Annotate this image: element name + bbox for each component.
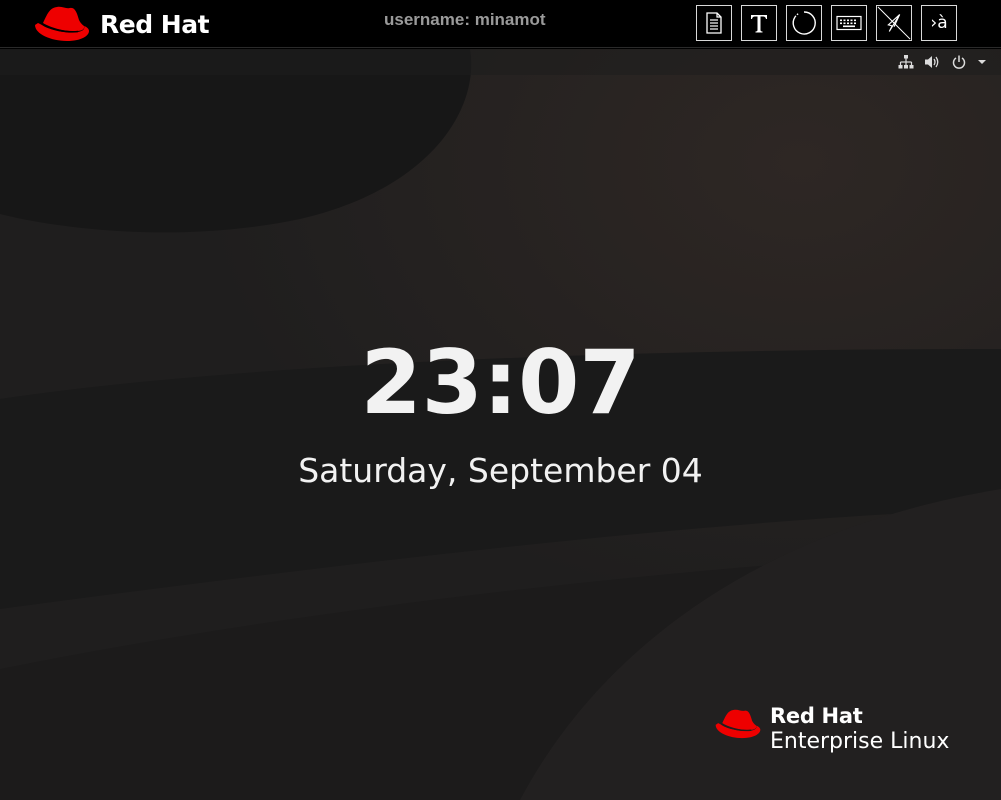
pointer-toggle-button[interactable] [876, 5, 912, 41]
lock-screen[interactable]: 23:07 Saturday, September 04 Red Hat Ent… [0, 49, 1001, 800]
volume-icon [925, 56, 939, 68]
text-input-icon [751, 15, 767, 33]
red-hat-logo-icon [715, 709, 761, 739]
power-icon [952, 55, 966, 69]
input-method-icon: ›à [930, 12, 948, 33]
chevron-down-icon [978, 60, 986, 64]
input-method-button[interactable]: ›à [921, 5, 957, 41]
red-hat-logo-icon [35, 6, 89, 41]
brand-logo: Red Hat [33, 3, 210, 45]
system-tray[interactable] [898, 53, 987, 71]
top-panel [0, 49, 1001, 75]
username-label: username: minamot [384, 10, 546, 29]
distro-product: Enterprise Linux [770, 729, 950, 754]
refresh-icon [792, 11, 816, 35]
distro-vendor: Red Hat [770, 704, 863, 728]
no-pointer-icon [877, 6, 911, 40]
lock-date: Saturday, September 04 [298, 451, 703, 490]
keyboard-button[interactable] [831, 5, 867, 41]
clipboard-button[interactable] [696, 5, 732, 41]
brand-name: Red Hat [100, 9, 210, 39]
text-input-button[interactable] [741, 5, 777, 41]
lock-clock: 23:07 [360, 331, 641, 434]
viewer-toolbar: Red Hat username: minamot ›à [0, 0, 1001, 48]
distro-logo: Red Hat Enterprise Linux [714, 704, 949, 756]
network-wired-icon [898, 55, 914, 69]
clipboard-icon [706, 12, 722, 34]
keyboard-icon [836, 15, 862, 31]
refresh-button[interactable] [786, 5, 822, 41]
